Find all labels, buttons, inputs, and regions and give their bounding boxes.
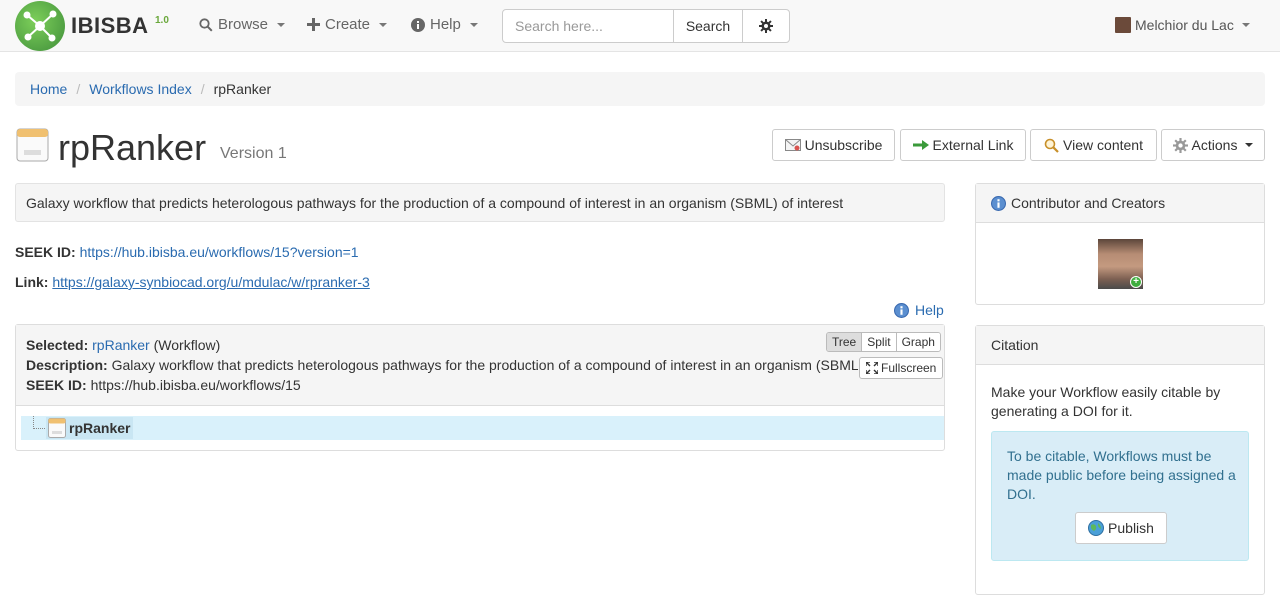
gear-icon (759, 19, 773, 33)
tree-connector (33, 416, 47, 429)
view-tree-button[interactable]: Tree (827, 333, 863, 351)
citation-alert-text: To be citable, Workflows must be made pu… (1007, 448, 1236, 502)
arrow-right-icon (912, 140, 929, 150)
info-icon (894, 302, 909, 318)
selected-label: Selected: (26, 337, 89, 353)
contributor-avatar[interactable]: + (1098, 239, 1143, 289)
gear-icon (1172, 137, 1188, 153)
workflow-file-icon (48, 418, 66, 438)
breadcrumb-current: rpRanker (213, 81, 272, 97)
workflow-tree-panel: Selected: rpRanker (Workflow) Descriptio… (15, 324, 945, 451)
breadcrumb-separator: / (76, 81, 81, 97)
citation-alert: To be citable, Workflows must be made pu… (991, 431, 1249, 561)
search-settings-button[interactable] (742, 9, 790, 43)
breadcrumb-home[interactable]: Home (30, 81, 67, 97)
external-url-link[interactable]: https://galaxy-synbiocad.org/u/mdulac/w/… (52, 274, 369, 290)
globe-icon (1088, 520, 1105, 536)
user-menu[interactable]: Melchior du Lac (1115, 17, 1250, 33)
help-link-label: Help (915, 302, 944, 318)
view-toggle: Tree Split Graph (826, 332, 941, 352)
chevron-down-icon (379, 22, 388, 27)
selected-type: (Workflow) (153, 337, 221, 353)
plus-badge-icon: + (1130, 276, 1142, 288)
publish-button[interactable]: Publish (1075, 512, 1167, 544)
description-box: Galaxy workflow that predicts heterologo… (15, 183, 945, 222)
unsubscribe-label: Unsubscribe (804, 137, 883, 153)
tree-description-value: Galaxy workflow that predicts heterologo… (111, 357, 858, 373)
help-menu[interactable]: Help (411, 16, 478, 33)
browse-label: Browse (218, 16, 269, 33)
contributors-title: Contributor and Creators (1011, 195, 1166, 211)
actions-dropdown-button[interactable]: Actions (1161, 129, 1265, 161)
unsubscribe-button[interactable]: Unsubscribe (772, 129, 895, 161)
fullscreen-label: Fullscreen (881, 361, 937, 375)
tree-seek-line: SEEK ID: https://hub.ibisba.eu/workflows… (26, 377, 826, 393)
description-line: Description: Galaxy workflow that predic… (26, 357, 858, 373)
tree-seek-label: SEEK ID: (26, 377, 87, 393)
seek-id-row: SEEK ID: https://hub.ibisba.eu/workflows… (15, 244, 359, 260)
browse-menu[interactable]: Browse (199, 16, 286, 33)
info-icon (411, 17, 425, 32)
contributors-header: Contributor and Creators (976, 184, 1264, 223)
actions-label: Actions (1191, 137, 1238, 153)
selected-line: Selected: rpRanker (Workflow) (26, 337, 826, 353)
logo-network-icon (15, 1, 65, 51)
tree-node-label: rpRanker (69, 420, 131, 436)
citation-panel: Citation Make your Workflow easily citab… (975, 325, 1265, 595)
breadcrumb: Home / Workflows Index / rpRanker (15, 72, 1265, 106)
chevron-down-icon (277, 22, 286, 27)
citation-text: Make your Workflow easily citable by gen… (991, 384, 1221, 419)
search-button[interactable]: Search (673, 9, 743, 43)
page-title: rpRanker (58, 127, 207, 168)
envelope-icon (784, 139, 801, 151)
user-name: Melchior du Lac (1135, 17, 1234, 33)
view-content-button[interactable]: View content (1030, 129, 1157, 161)
tree-description-label: Description: (26, 357, 108, 373)
help-label: Help (430, 16, 461, 33)
user-avatar (1115, 17, 1131, 33)
seek-id-link[interactable]: https://hub.ibisba.eu/workflows/15?versi… (80, 244, 359, 260)
magnifier-icon (1044, 138, 1059, 153)
contributors-panel: Contributor and Creators + (975, 183, 1265, 305)
view-content-label: View content (1063, 137, 1143, 153)
workflow-file-icon (16, 128, 49, 162)
link-label: Link: (15, 274, 49, 290)
tree-header: Selected: rpRanker (Workflow) Descriptio… (16, 325, 944, 406)
plus-icon (307, 18, 320, 31)
create-menu[interactable]: Create (307, 16, 388, 33)
selected-item-link[interactable]: rpRanker (92, 337, 150, 353)
seek-id-label: SEEK ID: (15, 244, 76, 260)
search-input[interactable] (502, 9, 674, 43)
create-label: Create (325, 16, 371, 33)
external-link-label: External Link (932, 137, 1014, 153)
help-link[interactable]: Help (894, 302, 944, 318)
chevron-down-icon (1245, 143, 1254, 147)
citation-header: Citation (976, 326, 1264, 365)
tree-seek-value: https://hub.ibisba.eu/workflows/15 (90, 377, 301, 393)
breadcrumb-separator: / (200, 81, 205, 97)
logo-text: IBISBA (71, 13, 149, 38)
ibisba-logo[interactable]: IBISBA 1.0 (15, 1, 170, 51)
publish-label: Publish (1108, 520, 1154, 536)
logo-version: 1.0 (155, 15, 169, 26)
fullscreen-button[interactable]: Fullscreen (859, 357, 944, 379)
link-row: Link: https://galaxy-synbiocad.org/u/mdu… (15, 274, 370, 290)
version-label: Version 1 (220, 145, 287, 162)
top-navbar: IBISBA 1.0 Browse Create Help Search her… (0, 0, 1280, 52)
search-icon (199, 17, 213, 32)
tree-row[interactable]: rpRanker (21, 416, 944, 440)
fullscreen-icon (866, 362, 878, 374)
view-split-button[interactable]: Split (862, 333, 897, 351)
chevron-down-icon (1241, 23, 1250, 27)
citation-title: Citation (991, 337, 1039, 353)
breadcrumb-workflows-index[interactable]: Workflows Index (89, 81, 191, 97)
description-text: Galaxy workflow that predicts heterologo… (26, 194, 844, 211)
info-icon (991, 195, 1006, 211)
view-graph-button[interactable]: Graph (896, 333, 940, 351)
chevron-down-icon (469, 22, 478, 27)
external-link-button[interactable]: External Link (900, 129, 1026, 161)
tree-node-rpranker[interactable]: rpRanker (46, 417, 134, 439)
